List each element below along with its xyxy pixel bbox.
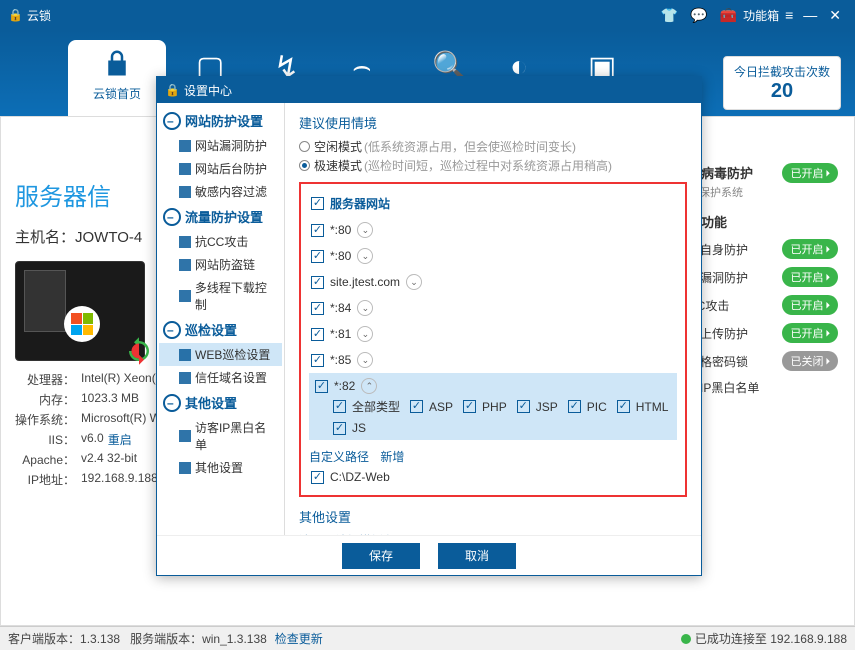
lock-icon: 🔒: [165, 83, 180, 97]
app-title: 云锁: [27, 7, 51, 24]
sidebar-item[interactable]: 网站漏洞防护: [159, 134, 282, 157]
sidebar-item[interactable]: 敏感内容过滤: [159, 180, 282, 203]
sidebar-group[interactable]: 其他设置: [159, 389, 282, 416]
chat-icon[interactable]: 💬: [690, 7, 707, 24]
sites-box: 服务器网站 *:80⌄*:80⌄site.jtest.com⌄*:84⌄*:81…: [299, 182, 687, 497]
site-checkbox[interactable]: [311, 354, 324, 367]
tab-label: 云锁首页: [68, 85, 166, 102]
radio-fast[interactable]: 极速模式(巡检时间短，巡检过程中对系统资源占用稍高): [299, 157, 687, 174]
main-tab[interactable]: 云锁首页: [68, 40, 166, 116]
filetype-checkbox[interactable]: PHP: [463, 398, 507, 415]
func-title: 用功能: [688, 212, 838, 231]
site-checkbox[interactable]: [311, 302, 324, 315]
site-checkbox[interactable]: [311, 276, 324, 289]
lock-large-icon: [68, 48, 166, 81]
save-button[interactable]: 保存: [342, 543, 420, 569]
sidebar-item[interactable]: 访客IP黑白名单: [159, 416, 282, 456]
server-image: [15, 261, 145, 361]
site-checkbox[interactable]: [311, 328, 324, 341]
site-row: site.jtest.com⌄: [309, 269, 677, 295]
site-row: *:80⌄: [309, 243, 677, 269]
site-row: *:84⌄: [309, 295, 677, 321]
expand-icon[interactable]: ⌄: [357, 222, 373, 238]
windows-logo-icon: [64, 306, 100, 342]
filetype-checkbox[interactable]: HTML: [617, 398, 669, 415]
modal-title: 设置中心: [184, 82, 232, 99]
site-row: *:85⌄: [309, 347, 677, 373]
expand-icon[interactable]: ⌄: [357, 326, 373, 342]
expand-icon[interactable]: ⌄: [357, 300, 373, 316]
sidebar-group[interactable]: 流量防护设置: [159, 203, 282, 230]
add-path-link[interactable]: 新增: [380, 450, 404, 464]
toggle-pill[interactable]: 已开启: [782, 295, 838, 315]
badge-label: 今日拦截攻击次数: [734, 63, 830, 80]
server-sites-header: 服务器网站: [309, 190, 677, 217]
custom-path-header: 自定义路径 新增: [309, 448, 677, 465]
toggle-pill[interactable]: 已关闭: [782, 351, 838, 371]
expand-icon[interactable]: ⌄: [406, 274, 422, 290]
shirt-icon[interactable]: 👕: [661, 7, 678, 24]
server-sites-checkbox[interactable]: [311, 197, 324, 210]
site-row: *:81⌄: [309, 321, 677, 347]
settings-modal: 🔒 设置中心 网站防护设置网站漏洞防护网站后台防护敏感内容过滤流量防护设置抗CC…: [156, 76, 702, 576]
sidebar-item[interactable]: 抗CC攻击: [159, 230, 282, 253]
toolbox-icon[interactable]: 🧰: [720, 7, 737, 24]
feature-row: 锁自身防护已开启: [688, 239, 838, 259]
expand-icon[interactable]: ⌄: [357, 352, 373, 368]
path-checkbox[interactable]: [311, 471, 324, 484]
expand-icon[interactable]: ⌄: [357, 248, 373, 264]
filetype-checkbox[interactable]: JSP: [517, 398, 558, 415]
feature-row: 件上传防护已开启: [688, 323, 838, 343]
right-column: 马病毒防护 已开启 键保护系统 用功能 锁自身防护已开启站漏洞防护已开启CC攻击…: [688, 163, 838, 404]
title-bar: 🔒 云锁 👕 💬 🧰 功能箱 ≡ — ✕: [0, 0, 855, 30]
modal-header: 🔒 设置中心: [157, 77, 701, 103]
other-title: 其他设置: [299, 507, 687, 526]
toolbox-label[interactable]: 功能箱: [743, 7, 779, 24]
intercept-badge: 今日拦截攻击次数 20: [723, 56, 841, 110]
restart-link[interactable]: 重启: [108, 431, 132, 448]
collapse-icon[interactable]: ⌃: [361, 378, 377, 394]
sidebar-item[interactable]: 信任域名设置: [159, 366, 282, 389]
filetype-checkbox[interactable]: 全部类型: [333, 398, 400, 415]
site-checkbox[interactable]: [315, 380, 328, 393]
sidebar-item[interactable]: 多线程下载控制: [159, 276, 282, 316]
site-row-expanded: *:82 ⌃ 全部类型ASPPHPJSPPICHTMLJS: [309, 373, 677, 440]
feature-row: 宫格密码锁已关闭: [688, 351, 838, 371]
sidebar-item[interactable]: 其他设置: [159, 456, 282, 479]
feature-row: 客IP黑白名单: [688, 379, 838, 396]
status-dot-icon: [681, 634, 691, 644]
filetype-checkbox[interactable]: JS: [333, 421, 366, 435]
badge-count: 20: [734, 80, 830, 103]
feature-row: 站漏洞防护已开启: [688, 267, 838, 287]
check-update-link[interactable]: 检查更新: [275, 630, 323, 647]
toggle-pill[interactable]: 已开启: [782, 239, 838, 259]
sidebar-item[interactable]: WEB巡检设置: [159, 343, 282, 366]
site-checkbox[interactable]: [311, 224, 324, 237]
site-checkbox[interactable]: [311, 250, 324, 263]
modal-footer: 保存 取消: [157, 535, 701, 575]
modal-main: 建议使用情境 空闲模式(低系统资源占用，但会使巡检时间变长) 极速模式(巡检时间…: [285, 103, 701, 535]
toggle-pill[interactable]: 已开启: [782, 323, 838, 343]
lock-icon: 🔒: [8, 8, 23, 22]
sidebar-group[interactable]: 网站防护设置: [159, 107, 282, 134]
minimize-icon[interactable]: —: [803, 7, 817, 23]
modal-sidebar: 网站防护设置网站漏洞防护网站后台防护敏感内容过滤流量防护设置抗CC攻击网站防盗链…: [157, 103, 285, 535]
feature-row: CC攻击已开启: [688, 295, 838, 315]
toggle-pill[interactable]: 已开启: [782, 267, 838, 287]
radio-idle[interactable]: 空闲模式(低系统资源占用，但会使巡检时间变长): [299, 138, 687, 155]
status-bar: 客户端版本：1.3.138 服务端版本：win_1.3.138 检查更新 已成功…: [0, 626, 855, 650]
site-row: *:80⌄: [309, 217, 677, 243]
close-icon[interactable]: ✕: [829, 7, 841, 24]
sidebar-item[interactable]: 网站防盗链: [159, 253, 282, 276]
sidebar-group[interactable]: 巡检设置: [159, 316, 282, 343]
custom-path-row: C:\DZ-Web: [309, 465, 677, 489]
filetype-checkbox[interactable]: ASP: [410, 398, 453, 415]
menu-icon[interactable]: ≡: [785, 7, 791, 23]
sidebar-item[interactable]: 网站后台防护: [159, 157, 282, 180]
av-pill[interactable]: 已开启: [782, 163, 838, 183]
reload-icon: [124, 336, 154, 366]
filetype-checkbox[interactable]: PIC: [568, 398, 607, 415]
suggest-title: 建议使用情境: [299, 113, 687, 132]
cancel-button[interactable]: 取消: [438, 543, 516, 569]
